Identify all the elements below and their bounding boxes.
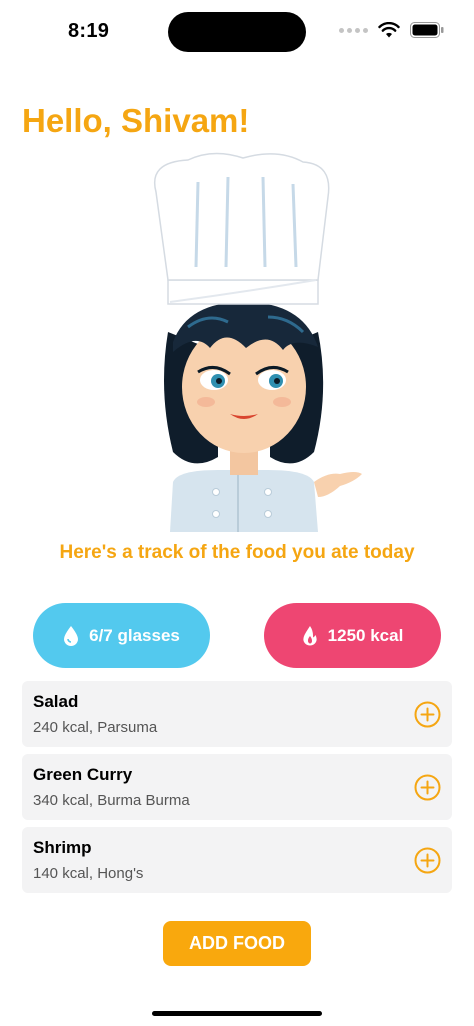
flame-icon <box>303 626 317 646</box>
water-drop-icon <box>64 626 79 646</box>
greeting-title: Hello, Shivam! <box>22 102 250 139</box>
dynamic-island <box>168 12 306 52</box>
water-intake-pill[interactable]: 6/7 glasses <box>33 603 210 668</box>
food-list-item[interactable]: Shrimp 140 kcal, Hong's <box>22 827 452 893</box>
cellular-signal-icon <box>339 27 368 33</box>
chef-illustration <box>154 152 362 532</box>
calories-label: 1250 kcal <box>327 625 404 645</box>
calories-pill[interactable]: 1250 kcal <box>264 603 441 668</box>
status-icons <box>339 22 444 38</box>
food-detail: 240 kcal, Parsuma <box>33 719 158 736</box>
food-detail: 340 kcal, Burma Burma <box>33 792 190 809</box>
screen: 8:19 Hello, Shivam! Here's a track of th… <box>0 0 474 1026</box>
food-list-item[interactable]: Green Curry 340 kcal, Burma Burma <box>22 754 452 820</box>
food-name: Salad <box>33 692 79 711</box>
food-name: Shrimp <box>33 838 92 857</box>
food-name: Green Curry <box>33 765 133 784</box>
add-food-button[interactable]: ADD FOOD <box>163 921 311 966</box>
home-indicator[interactable] <box>152 1011 322 1016</box>
status-time: 8:19 <box>68 20 110 42</box>
food-list-item[interactable]: Salad 240 kcal, Parsuma <box>22 681 452 747</box>
subtitle: Here's a track of the food you ate today <box>59 542 415 563</box>
water-intake-label: 6/7 glasses <box>89 625 180 645</box>
wifi-icon <box>378 22 400 38</box>
food-detail: 140 kcal, Hong's <box>33 865 144 882</box>
battery-icon <box>410 22 444 38</box>
add-circle-icon[interactable] <box>414 774 441 801</box>
add-circle-icon[interactable] <box>414 701 441 728</box>
add-circle-icon[interactable] <box>414 847 441 874</box>
